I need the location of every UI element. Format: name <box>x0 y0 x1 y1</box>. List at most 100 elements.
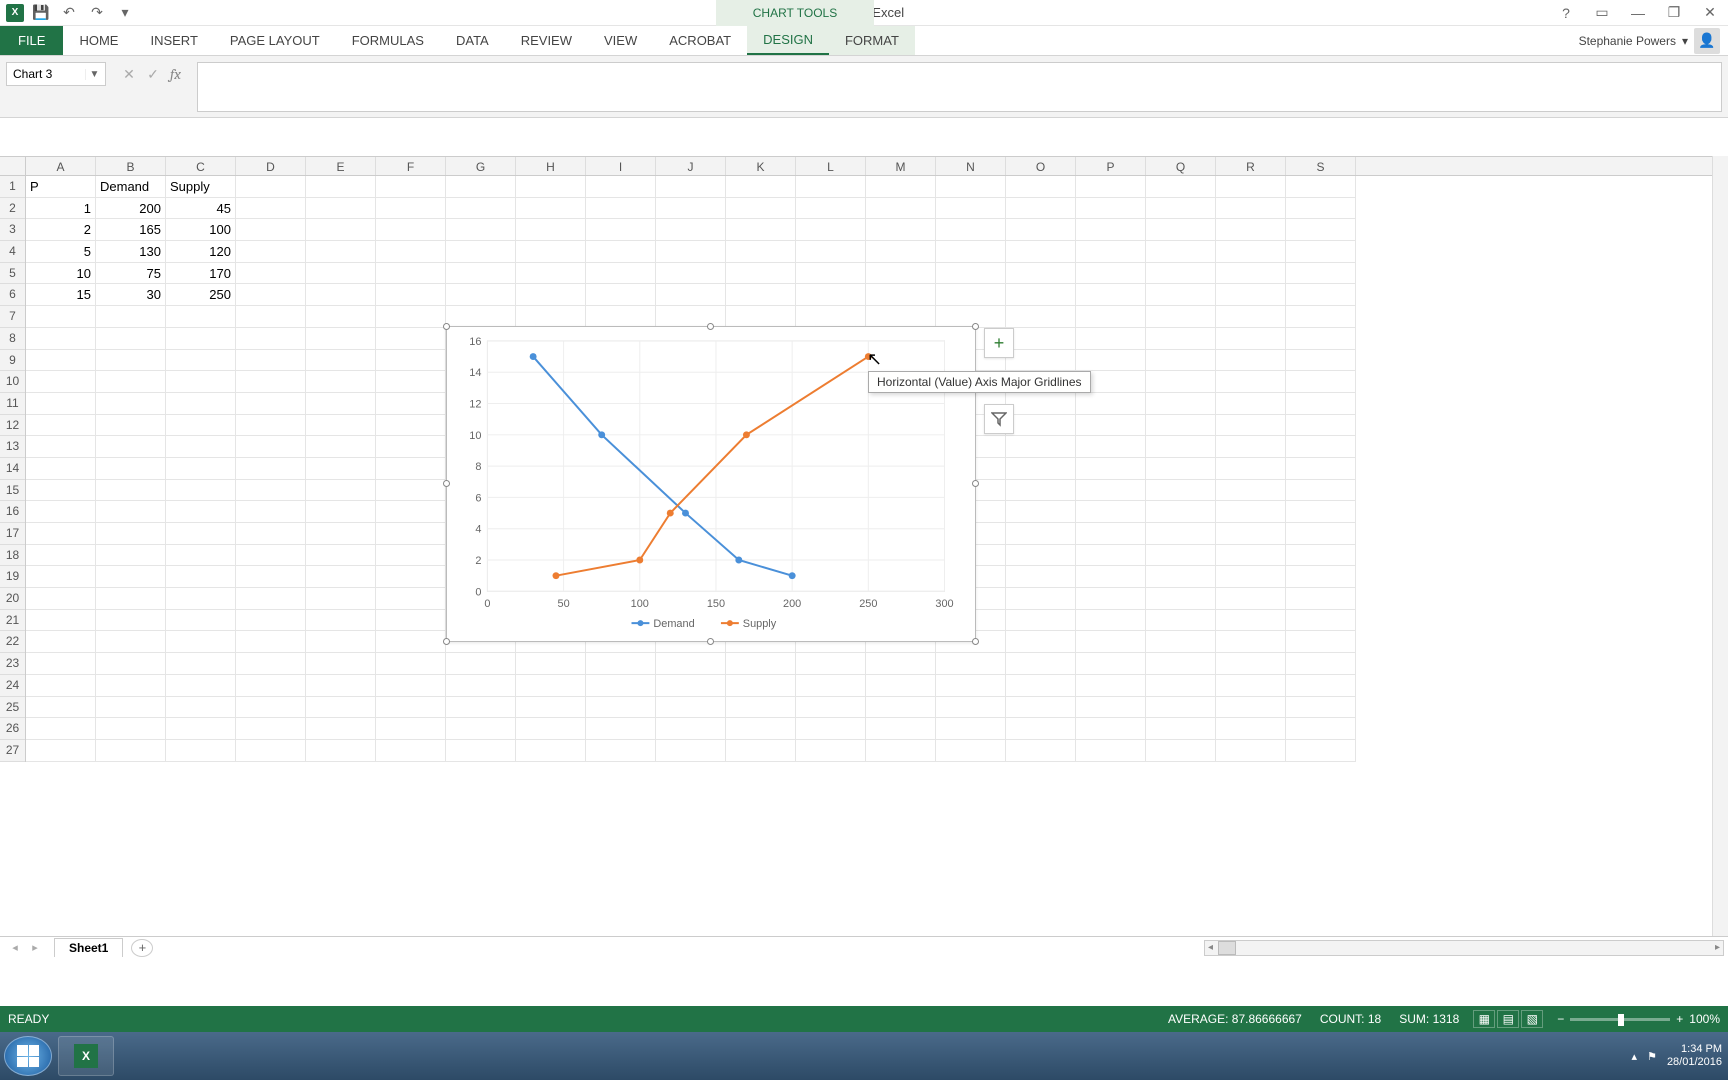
row-header[interactable]: 2 <box>0 198 25 220</box>
cell[interactable] <box>236 198 306 220</box>
cell[interactable] <box>796 263 866 285</box>
cell[interactable]: 120 <box>166 241 236 263</box>
column-header[interactable]: P <box>1076 157 1146 175</box>
cell[interactable] <box>26 588 96 610</box>
name-box-dropdown-icon[interactable]: ▼ <box>85 69 103 80</box>
cell[interactable] <box>306 631 376 653</box>
cell[interactable] <box>1146 718 1216 740</box>
cell[interactable] <box>26 653 96 675</box>
cell[interactable] <box>306 198 376 220</box>
cell[interactable] <box>1286 631 1356 653</box>
resize-handle[interactable] <box>443 638 450 645</box>
cell[interactable] <box>1006 631 1076 653</box>
cell[interactable] <box>1286 350 1356 372</box>
cell[interactable] <box>586 718 656 740</box>
column-header[interactable]: N <box>936 157 1006 175</box>
cell[interactable] <box>1076 176 1146 198</box>
cell[interactable] <box>26 415 96 437</box>
cell[interactable] <box>446 263 516 285</box>
cell[interactable] <box>1146 545 1216 567</box>
cell[interactable] <box>166 436 236 458</box>
cell[interactable] <box>516 284 586 306</box>
row-header[interactable]: 12 <box>0 415 25 437</box>
cell[interactable] <box>656 718 726 740</box>
column-header[interactable]: O <box>1006 157 1076 175</box>
ribbon-display-button[interactable]: ▭ <box>1588 3 1616 23</box>
cell[interactable] <box>376 697 446 719</box>
cell[interactable]: 100 <box>166 219 236 241</box>
name-box[interactable]: ▼ <box>6 62 106 86</box>
cell[interactable] <box>1076 566 1146 588</box>
cell[interactable] <box>376 176 446 198</box>
cell[interactable] <box>1076 284 1146 306</box>
cell[interactable] <box>1146 219 1216 241</box>
cell[interactable] <box>1146 501 1216 523</box>
cell[interactable] <box>1216 284 1286 306</box>
select-all-corner[interactable] <box>0 156 26 176</box>
cell[interactable] <box>586 241 656 263</box>
view-page-break-button[interactable]: ▧ <box>1521 1010 1543 1028</box>
cell[interactable] <box>166 675 236 697</box>
cell[interactable] <box>1146 458 1216 480</box>
cell[interactable] <box>726 284 796 306</box>
cell[interactable] <box>1286 436 1356 458</box>
cell[interactable] <box>1286 740 1356 762</box>
cell[interactable] <box>306 176 376 198</box>
cell[interactable] <box>1146 306 1216 328</box>
cell[interactable] <box>96 545 166 567</box>
cell[interactable] <box>936 740 1006 762</box>
cell[interactable] <box>306 436 376 458</box>
start-button[interactable] <box>4 1036 52 1076</box>
minimize-button[interactable]: — <box>1624 3 1652 23</box>
cell[interactable] <box>26 480 96 502</box>
cell[interactable] <box>26 610 96 632</box>
cell[interactable] <box>1076 436 1146 458</box>
cell[interactable] <box>1286 263 1356 285</box>
cell[interactable] <box>726 697 796 719</box>
cell[interactable] <box>1076 480 1146 502</box>
column-header[interactable]: A <box>26 157 96 175</box>
cell[interactable] <box>1076 718 1146 740</box>
resize-handle[interactable] <box>972 323 979 330</box>
cell[interactable] <box>306 653 376 675</box>
cell[interactable] <box>866 653 936 675</box>
cell[interactable] <box>1076 328 1146 350</box>
sheet-tab-sheet1[interactable]: Sheet1 <box>54 938 123 957</box>
cell[interactable] <box>516 653 586 675</box>
cell[interactable] <box>1216 415 1286 437</box>
cell[interactable] <box>306 675 376 697</box>
cell[interactable] <box>866 198 936 220</box>
cell[interactable] <box>26 436 96 458</box>
cell[interactable] <box>236 415 306 437</box>
cell[interactable] <box>1076 393 1146 415</box>
cell[interactable] <box>26 328 96 350</box>
cell[interactable] <box>866 697 936 719</box>
cell[interactable] <box>1216 219 1286 241</box>
cell[interactable] <box>796 198 866 220</box>
close-button[interactable]: ✕ <box>1696 3 1724 23</box>
row-header[interactable]: 9 <box>0 350 25 372</box>
cell[interactable] <box>166 653 236 675</box>
cell[interactable] <box>1286 328 1356 350</box>
cell[interactable] <box>446 675 516 697</box>
cell[interactable] <box>376 306 446 328</box>
cell[interactable] <box>236 263 306 285</box>
cell[interactable] <box>1076 631 1146 653</box>
cell[interactable] <box>1076 545 1146 567</box>
column-header[interactable]: E <box>306 157 376 175</box>
cell[interactable] <box>936 653 1006 675</box>
cell[interactable] <box>1006 588 1076 610</box>
cell[interactable] <box>796 284 866 306</box>
cell[interactable] <box>866 219 936 241</box>
cell[interactable] <box>796 718 866 740</box>
sheet-nav-prev[interactable]: ◂ <box>6 941 24 954</box>
cell[interactable] <box>236 480 306 502</box>
cell[interactable] <box>376 631 446 653</box>
cell[interactable] <box>306 263 376 285</box>
cell[interactable] <box>1216 675 1286 697</box>
cell[interactable] <box>726 653 796 675</box>
cell[interactable] <box>1216 588 1286 610</box>
cell[interactable] <box>1006 393 1076 415</box>
cell[interactable] <box>1006 480 1076 502</box>
cell[interactable] <box>1286 718 1356 740</box>
